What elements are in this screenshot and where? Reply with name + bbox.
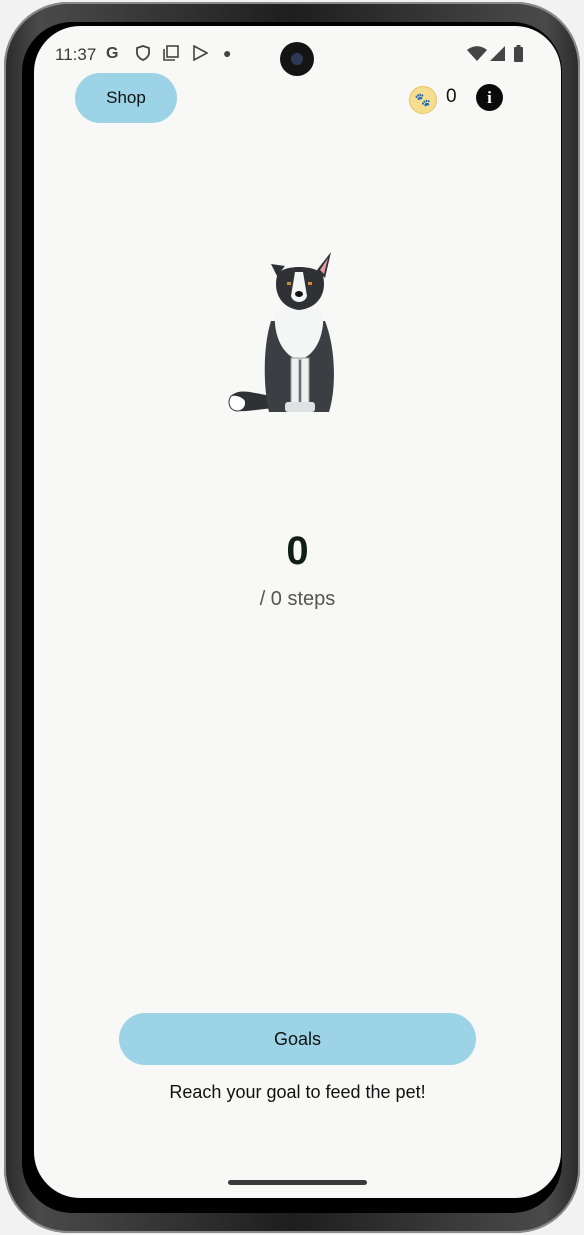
home-indicator[interactable]	[228, 1180, 367, 1185]
google-g-icon: G	[106, 45, 119, 62]
app-screen: 11:37 G ● Shop 🐾 0 i 0 / 0 steps Goals R…	[34, 26, 561, 1198]
play-store-icon	[192, 44, 209, 66]
battery-icon	[514, 45, 523, 67]
dot-icon: ●	[223, 45, 232, 61]
goals-button[interactable]: Goals	[119, 1013, 476, 1065]
feed-hint-text: Reach your goal to feed the pet!	[169, 1082, 426, 1102]
copy-icon	[163, 45, 179, 66]
steps-count: 0	[286, 529, 309, 573]
signal-icon	[490, 46, 505, 66]
coin-count: 0	[446, 86, 457, 107]
shield-icon	[136, 45, 150, 66]
status-time: 11:37	[55, 45, 97, 64]
steps-goal-text: / 0 steps	[259, 588, 336, 610]
dog-sprite	[228, 252, 334, 412]
paw-coin-icon: 🐾	[409, 86, 437, 114]
info-icon[interactable]: i	[476, 84, 503, 111]
shop-button[interactable]: Shop	[75, 73, 177, 123]
wifi-icon	[467, 46, 487, 66]
front-camera	[280, 42, 314, 76]
